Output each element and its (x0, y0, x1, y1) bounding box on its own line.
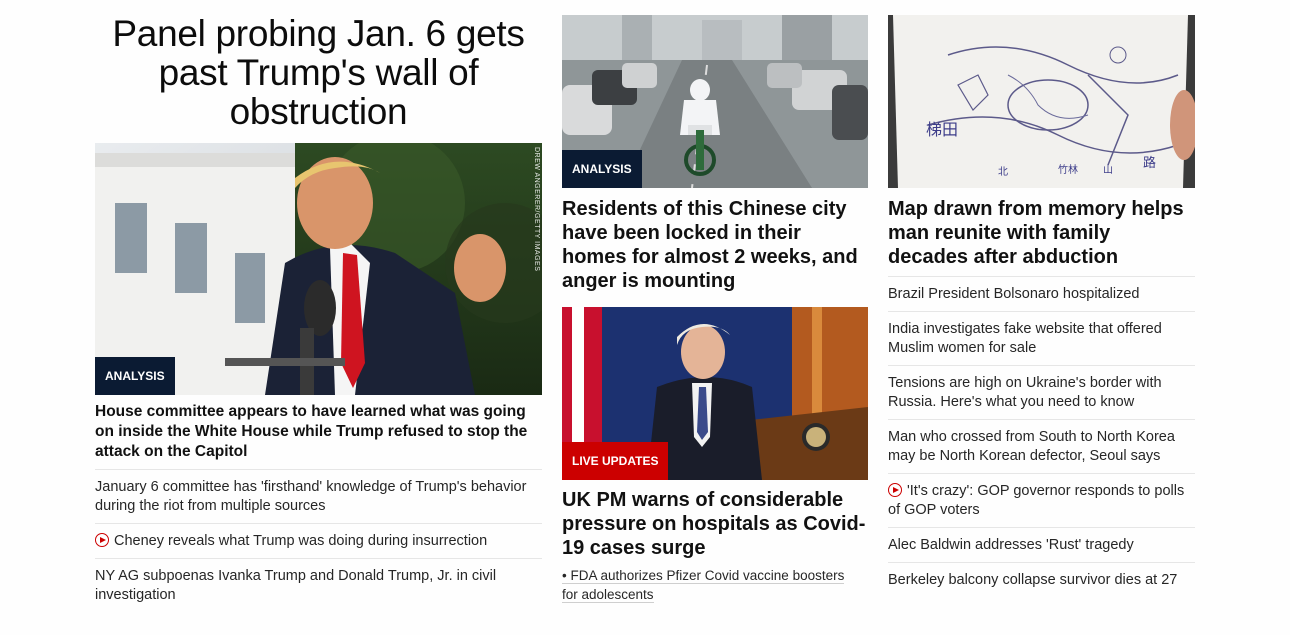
lead-related-links: January 6 committee has 'firsthand' know… (95, 469, 542, 612)
map-label: 竹林 (1058, 163, 1078, 176)
uk-pm-image-link[interactable]: LIVE UPDATES (562, 307, 868, 480)
sub-link-container: • FDA authorizes Pfizer Covid vaccine bo… (562, 566, 862, 604)
list-item-text: Tensions are high on Ukraine's border wi… (888, 375, 1162, 410)
list-item[interactable]: NY AG subpoenas Ivanka Trump and Donald … (95, 558, 542, 612)
list-item[interactable]: India investigates fake website that off… (888, 311, 1195, 365)
lead-image-link[interactable]: DREW ANGERER/GETTY IMAGES ANALYSIS (95, 143, 542, 395)
list-item-text: India investigates fake website that off… (888, 321, 1162, 356)
list-item[interactable]: 'It's crazy': GOP governor responds to p… (888, 473, 1195, 527)
photo-credit: DREW ANGERER/GETTY IMAGES (533, 147, 540, 272)
list-item[interactable]: Alec Baldwin addresses 'Rust' tragedy (888, 527, 1195, 562)
uk-pm-headline[interactable]: UK PM warns of considerable pressure on … (562, 488, 868, 560)
list-item[interactable]: Brazil President Bolsonaro hospitalized (888, 276, 1195, 311)
list-item[interactable]: Berkeley balcony collapse survivor dies … (888, 562, 1195, 597)
list-item-text: 'It's crazy': GOP governor responds to p… (888, 483, 1185, 518)
list-item-text: NY AG subpoenas Ivanka Trump and Donald … (95, 568, 497, 603)
lead-story-headline[interactable]: House committee appears to have learned … (95, 402, 542, 462)
world-news-links: Brazil President Bolsonaro hospitalized … (888, 276, 1195, 597)
analysis-badge: ANALYSIS (562, 150, 642, 188)
map-label: 北 (998, 166, 1008, 178)
map-story-headline[interactable]: Map drawn from memory helps man reunite … (888, 197, 1195, 269)
list-item-text: Berkeley balcony collapse survivor dies … (888, 572, 1178, 588)
middle-column: ANALYSIS Residents of this Chinese city … (562, 0, 868, 604)
list-item-text: January 6 committee has 'firsthand' know… (95, 479, 527, 514)
lead-column: Panel probing Jan. 6 gets past Trump's w… (95, 0, 542, 612)
map-image-link[interactable]: 梯田 路 北 竹林 山 (888, 15, 1195, 188)
map-label: 路 (1143, 155, 1156, 171)
list-item-text: Cheney reveals what Trump was doing duri… (114, 533, 488, 549)
hand-drawn-map-photo: 梯田 路 北 竹林 山 (888, 15, 1195, 188)
fda-booster-link[interactable]: • FDA authorizes Pfizer Covid vaccine bo… (562, 568, 845, 603)
list-item-text: Man who crossed from South to North Kore… (888, 429, 1175, 464)
china-city-headline[interactable]: Residents of this Chinese city have been… (562, 197, 868, 293)
list-item[interactable]: Cheney reveals what Trump was doing duri… (95, 523, 542, 558)
map-label: 梯田 (926, 120, 958, 139)
list-item-text: Alec Baldwin addresses 'Rust' tragedy (888, 537, 1134, 553)
china-city-image-link[interactable]: ANALYSIS (562, 15, 868, 188)
play-video-icon (95, 533, 109, 547)
map-label: 山 (1103, 164, 1113, 176)
live-updates-badge: LIVE UPDATES (562, 442, 669, 480)
list-item[interactable]: January 6 committee has 'firsthand' know… (95, 469, 542, 523)
right-column: 梯田 路 北 竹林 山 Map drawn from memory helps … (888, 0, 1195, 597)
lead-headline[interactable]: Panel probing Jan. 6 gets past Trump's w… (95, 14, 542, 131)
list-item[interactable]: Tensions are high on Ukraine's border wi… (888, 365, 1195, 419)
play-video-icon (888, 483, 902, 497)
analysis-badge: ANALYSIS (95, 357, 175, 395)
list-item-text: Brazil President Bolsonaro hospitalized (888, 286, 1140, 302)
list-item[interactable]: Man who crossed from South to North Kore… (888, 419, 1195, 473)
